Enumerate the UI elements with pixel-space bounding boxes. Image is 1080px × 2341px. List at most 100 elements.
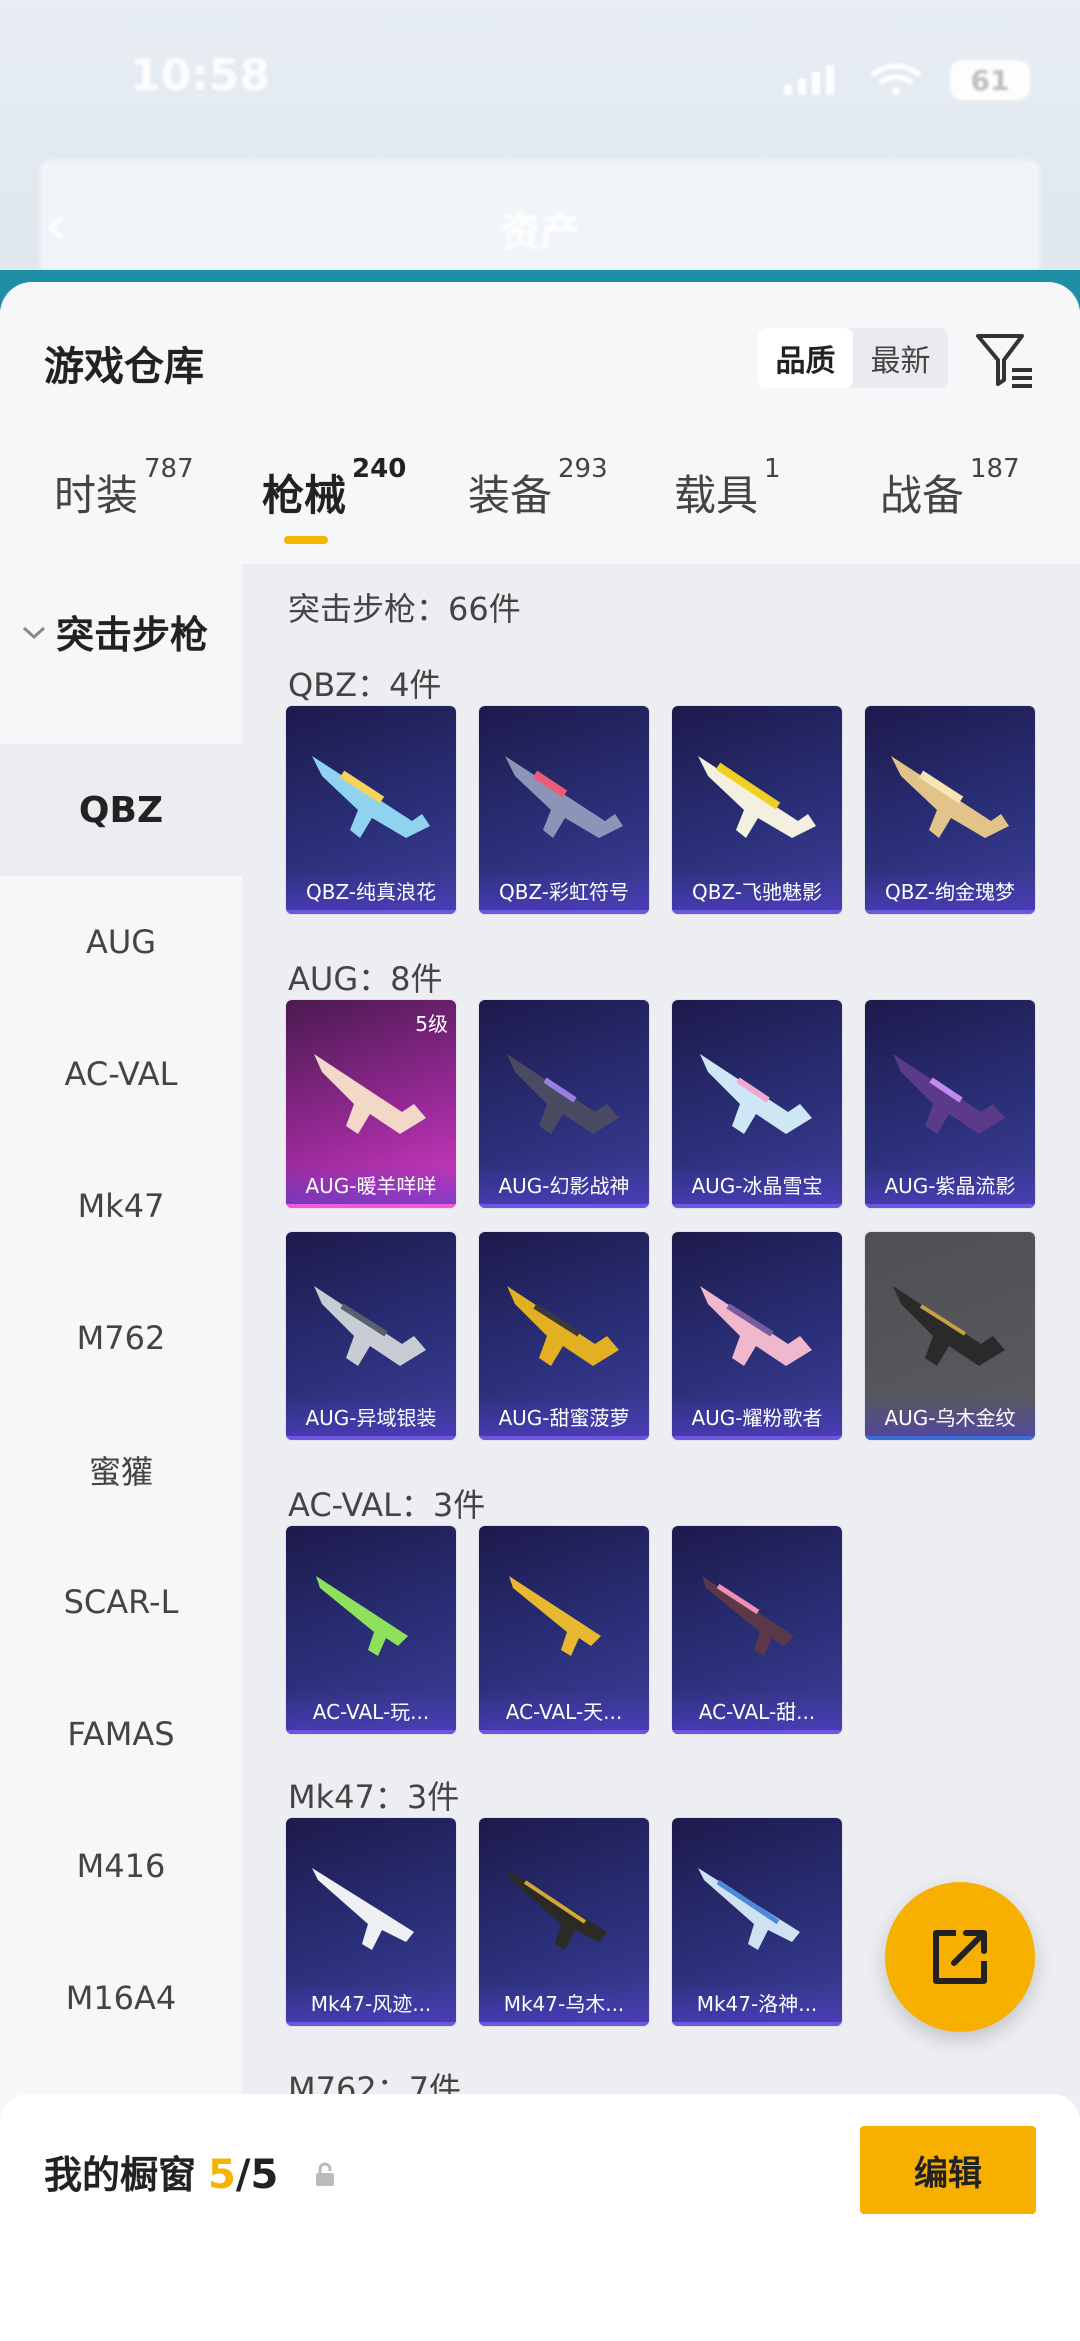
weapon-card[interactable]: AUG-异域银装 xyxy=(286,1232,456,1440)
rifle-icon xyxy=(507,1054,619,1134)
sheet-title: 游戏仓库 xyxy=(44,344,204,390)
weapon-grid: 突击步枪：66件 QBZ：4件 QBZ-纯真浪花 QBZ-彩虹符号 QBZ-飞驰… xyxy=(242,564,1080,2341)
weapon-card[interactable]: QBZ-绚金瑰梦 xyxy=(865,706,1035,914)
weapon-card[interactable]: Mk47-风迹... xyxy=(286,1818,456,2026)
tab-equipment[interactable]: 装备293 xyxy=(468,454,608,523)
rifle-icon xyxy=(700,1286,812,1366)
group-title-qbz: QBZ：4件 xyxy=(288,666,442,704)
rarity-bar xyxy=(672,910,842,914)
sidebar-item-scar-l[interactable]: SCAR-L xyxy=(0,1536,242,1668)
showcase-title: 我的橱窗 5/5 xyxy=(44,2144,336,2199)
rarity-bar xyxy=(865,910,1035,914)
sort-newest-button[interactable]: 最新 xyxy=(853,328,948,388)
edit-button[interactable]: 编辑 xyxy=(860,2126,1036,2214)
rarity-bar xyxy=(286,1436,456,1440)
background-title: 资产 xyxy=(500,210,580,256)
sort-quality-button[interactable]: 品质 xyxy=(758,328,853,388)
sort-toggle: 品质 最新 xyxy=(758,328,948,388)
sidebar-item-m416[interactable]: M416 xyxy=(0,1800,242,1932)
rifle-icon xyxy=(314,1054,426,1134)
rarity-bar xyxy=(286,910,456,914)
rarity-bar xyxy=(479,1436,649,1440)
status-time: 10:58 xyxy=(130,50,271,101)
rarity-bar xyxy=(672,1730,842,1734)
total-count: 突击步枪：66件 xyxy=(288,590,521,628)
sidebar-item-mk47[interactable]: Mk47 xyxy=(0,1140,242,1272)
weapon-card[interactable]: AUG-耀粉歌者 xyxy=(672,1232,842,1440)
weapon-card[interactable]: QBZ-飞驰魅影 xyxy=(672,706,842,914)
weapon-card[interactable]: AC-VAL-玩... xyxy=(286,1526,456,1734)
rarity-bar xyxy=(479,1204,649,1208)
rifle-icon xyxy=(316,1576,408,1656)
rifle-icon xyxy=(893,1054,1005,1134)
active-tab-indicator xyxy=(284,536,328,544)
weapon-card[interactable]: AUG-紫晶流影 xyxy=(865,1000,1035,1208)
rifle-icon xyxy=(505,1868,607,1950)
group-title-ac-val: AC-VAL：3件 xyxy=(288,1486,486,1524)
sidebar-item-aug[interactable]: AUG xyxy=(0,876,242,1008)
rarity-bar xyxy=(286,1730,456,1734)
weapon-card[interactable]: QBZ-彩虹符号 xyxy=(479,706,649,914)
filter-icon[interactable] xyxy=(972,328,1036,392)
rarity-bar xyxy=(479,910,649,914)
sidebar-item-m762[interactable]: M762 xyxy=(0,1272,242,1404)
weapon-card[interactable]: Mk47-洛神... xyxy=(672,1818,842,2026)
weapon-card[interactable]: AUG-幻影战神 xyxy=(479,1000,649,1208)
weapon-sidebar: 突击步枪 QBZ AUG AC-VAL Mk47 M762 蜜獾 SCAR-L … xyxy=(0,564,242,2341)
category-tabs: 时装787 枪械240 装备293 载具1 战备187 xyxy=(0,454,1080,562)
weapon-card[interactable]: QBZ-纯真浪花 xyxy=(286,706,456,914)
weapon-card[interactable]: AC-VAL-甜... xyxy=(672,1526,842,1734)
rarity-bar xyxy=(672,1436,842,1440)
rifle-icon xyxy=(314,1286,426,1366)
rifle-icon xyxy=(700,1054,812,1134)
rarity-bar xyxy=(672,2022,842,2026)
chevron-down-icon xyxy=(22,626,46,639)
rifle-icon xyxy=(505,756,623,838)
weapon-card[interactable]: AUG-冰晶雪宝 xyxy=(672,1000,842,1208)
share-icon xyxy=(933,1930,987,1984)
rarity-bar xyxy=(865,1436,1035,1440)
status-icons: 61 xyxy=(782,60,1030,100)
weapon-card[interactable]: 5级 AUG-暖羊咩咩 xyxy=(286,1000,456,1208)
rifle-icon xyxy=(507,1286,619,1366)
signal-icon xyxy=(784,65,834,95)
sidebar-item-qbz[interactable]: QBZ xyxy=(0,744,242,876)
rifle-icon xyxy=(312,756,430,838)
sidebar-item-m16a4[interactable]: M16A4 xyxy=(0,1932,242,2064)
rarity-bar xyxy=(479,1730,649,1734)
tab-guns[interactable]: 枪械240 xyxy=(262,454,406,523)
showcase-count: 5/5 xyxy=(208,2152,279,2198)
tab-vehicles[interactable]: 载具1 xyxy=(674,454,781,523)
rifle-icon xyxy=(698,1868,800,1950)
rarity-bar xyxy=(865,1204,1035,1208)
tab-supplies[interactable]: 战备187 xyxy=(880,454,1020,523)
back-icon: ‹ xyxy=(44,190,68,260)
rifle-icon xyxy=(509,1576,601,1656)
tab-fashion[interactable]: 时装787 xyxy=(54,454,194,523)
rarity-bar xyxy=(286,2022,456,2026)
weapon-card[interactable]: Mk47-乌木... xyxy=(479,1818,649,2026)
sidebar-item-famas[interactable]: FAMAS xyxy=(0,1668,242,1800)
group-title-aug: AUG：8件 xyxy=(288,960,443,998)
rarity-bar xyxy=(672,1204,842,1208)
showcase-bar: 我的橱窗 5/5 编辑 xyxy=(0,2094,1080,2341)
share-button[interactable] xyxy=(885,1882,1035,2032)
rifle-icon xyxy=(698,756,816,838)
rarity-bar xyxy=(286,1204,456,1208)
rifle-icon xyxy=(893,1286,1005,1366)
weapon-card[interactable]: AC-VAL-天... xyxy=(479,1526,649,1734)
lock-icon xyxy=(316,2162,335,2186)
battery-icon: 61 xyxy=(950,60,1030,100)
sidebar-item-ac-val[interactable]: AC-VAL xyxy=(0,1008,242,1140)
rifle-icon xyxy=(702,1576,794,1656)
group-title-mk47: Mk47：3件 xyxy=(288,1778,460,1816)
sidebar-item-honey-badger[interactable]: 蜜獾 xyxy=(0,1404,242,1536)
wifi-icon xyxy=(870,63,922,95)
rarity-bar xyxy=(479,2022,649,2026)
rifle-icon xyxy=(312,1868,414,1950)
warehouse-sheet: 游戏仓库 品质 最新 时装787 枪械240 装备293 载具1 战备187 突… xyxy=(0,282,1080,2341)
weapon-card[interactable]: AUG-乌木金纹 xyxy=(865,1232,1035,1440)
sidebar-category[interactable]: 突击步枪 xyxy=(20,604,208,659)
rifle-icon xyxy=(891,756,1009,838)
weapon-card[interactable]: AUG-甜蜜菠萝 xyxy=(479,1232,649,1440)
